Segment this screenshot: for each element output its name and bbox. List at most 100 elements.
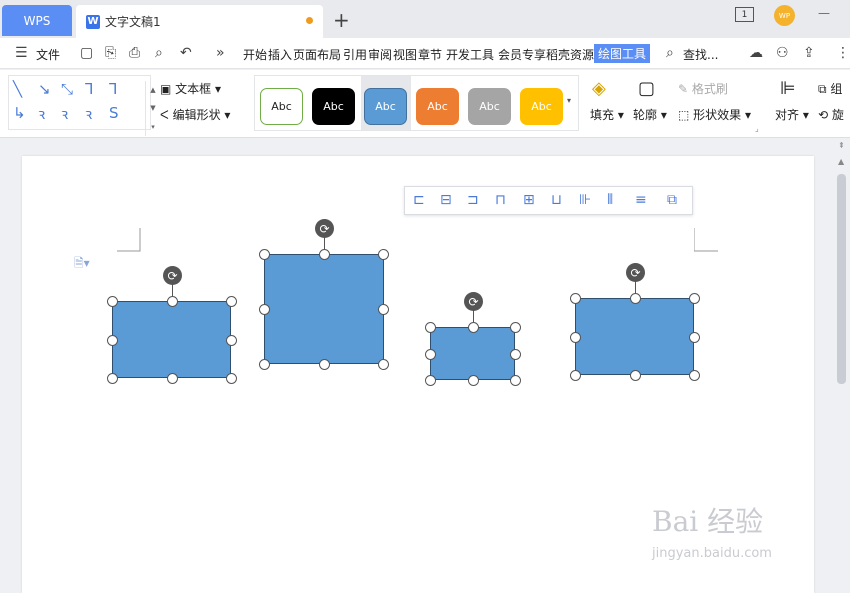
resize-handle[interactable] — [226, 296, 237, 307]
paragraph-layout-icon[interactable]: 🗎▾ — [74, 254, 90, 275]
hamburger-icon[interactable]: ☰ — [15, 45, 28, 61]
format-painter-button[interactable]: ✎ 格式刷 — [678, 80, 728, 97]
tab-wps[interactable]: WPS — [2, 5, 72, 36]
search-icon[interactable]: ⌕ — [666, 45, 674, 61]
resize-handle[interactable] — [468, 375, 479, 386]
more-menu-icon[interactable]: ⋮ — [836, 45, 850, 61]
resize-handle[interactable] — [226, 373, 237, 384]
style-swatch-gold[interactable]: Abc — [520, 88, 563, 125]
save-icon[interactable]: ▢ — [80, 45, 93, 61]
double-arrow-icon[interactable]: ⤡ — [61, 80, 73, 98]
elbow-double-icon[interactable]: ↳ — [13, 104, 26, 122]
resize-handle[interactable] — [468, 322, 479, 333]
scroll-top-icon[interactable]: ⇞ — [838, 141, 845, 150]
align-icon[interactable]: ⊫ — [780, 78, 796, 99]
s-curve-icon[interactable]: S — [109, 104, 119, 122]
rotate-handle-icon[interactable]: ⟳ — [163, 266, 182, 285]
rotate-handle-icon[interactable]: ⟳ — [315, 219, 334, 238]
screen-count-icon[interactable]: 1 — [735, 7, 754, 22]
resize-handle[interactable] — [378, 359, 389, 370]
style-swatch-orange[interactable]: Abc — [416, 88, 459, 125]
tab-drawing-tools[interactable]: 绘图工具 — [594, 44, 651, 63]
rotate-button[interactable]: ⟲ 旋 — [818, 106, 844, 123]
resize-handle[interactable] — [510, 375, 521, 386]
resize-handle[interactable] — [259, 304, 270, 315]
group-button[interactable]: ⧉ 组 — [818, 80, 842, 97]
resize-handle[interactable] — [689, 332, 700, 343]
curve-double-icon[interactable]: ꝛ — [85, 104, 92, 124]
align-middle-icon[interactable]: ⊞ — [523, 192, 535, 208]
resize-handle[interactable] — [167, 296, 178, 307]
scrollbar-thumb[interactable] — [837, 174, 846, 384]
resize-handle[interactable] — [378, 304, 389, 315]
resize-handle[interactable] — [226, 335, 237, 346]
arrow-line-icon[interactable]: ↘ — [38, 80, 51, 98]
menu-docer[interactable]: 稻壳资源 — [546, 46, 594, 63]
gallery-scroll[interactable]: ▲ ▼ ▾ — [145, 81, 160, 136]
shape-effect-button[interactable]: ⬚ 形状效果 ▾ — [678, 106, 751, 123]
minimize-button[interactable]: — — [818, 6, 830, 20]
print-preview-icon[interactable]: ⌕ — [155, 45, 163, 61]
tab-document[interactable]: W 文字文稿1 — [76, 5, 323, 38]
menu-page-layout[interactable]: 页面布局 — [293, 46, 341, 63]
elbow-connector-icon[interactable]: ⅂ — [85, 80, 93, 98]
edit-shape-button[interactable]: ᐸ 编辑形状 ▾ — [160, 106, 230, 123]
textbox-button[interactable]: ▣ 文本框 ▾ — [160, 80, 221, 97]
resize-handle[interactable] — [167, 373, 178, 384]
align-top-icon[interactable]: ⊓ — [495, 192, 506, 208]
rotate-handle-icon[interactable]: ⟳ — [464, 292, 483, 311]
style-swatch-black[interactable]: Abc — [312, 88, 355, 125]
resize-handle[interactable] — [570, 370, 581, 381]
resize-handle[interactable] — [570, 293, 581, 304]
undo-icon[interactable]: ↶ — [180, 45, 192, 61]
group-objects-icon[interactable]: ⧉ — [667, 192, 677, 208]
add-user-icon[interactable]: ⚇ — [776, 45, 789, 61]
menu-reference[interactable]: 引用 — [343, 46, 367, 63]
resize-handle[interactable] — [425, 349, 436, 360]
resize-handle[interactable] — [630, 370, 641, 381]
line-icon[interactable]: ╲ — [13, 80, 22, 98]
align-bottom-icon[interactable]: ⊔ — [551, 192, 562, 208]
resize-handle[interactable] — [378, 249, 389, 260]
search-input[interactable]: 查找... — [683, 46, 718, 63]
curve-arrow-icon[interactable]: ꝛ — [61, 104, 68, 124]
style-swatch-white[interactable]: Abc — [260, 88, 303, 125]
curve-connector-icon[interactable]: ꝛ — [38, 104, 45, 124]
elbow-arrow-icon[interactable]: ⅂ — [109, 80, 117, 98]
resize-handle[interactable] — [689, 370, 700, 381]
fill-bucket-icon[interactable]: ◈ — [592, 78, 606, 99]
print-icon[interactable]: ⎙ — [129, 45, 140, 61]
align-right-icon[interactable]: ⊐ — [467, 192, 479, 208]
resize-handle[interactable] — [259, 249, 270, 260]
resize-handle[interactable] — [319, 359, 330, 370]
resize-handle[interactable] — [630, 293, 641, 304]
distribute-vertical-icon[interactable]: ≡ — [635, 192, 647, 208]
resize-handle[interactable] — [570, 332, 581, 343]
vertical-scrollbar[interactable]: ⇞ ▲ — [834, 139, 850, 593]
distribute-horizontal-icon[interactable]: ⊪ — [579, 192, 591, 208]
menu-view[interactable]: 视图 — [393, 46, 417, 63]
share-icon[interactable]: ⇪ — [803, 45, 815, 61]
resize-handle[interactable] — [510, 349, 521, 360]
avatar[interactable]: WP — [774, 5, 795, 26]
resize-handle[interactable] — [425, 375, 436, 386]
align-left-icon[interactable]: ⊏ — [413, 192, 425, 208]
menu-dev-tools[interactable]: 开发工具 — [446, 46, 494, 63]
rectangle-shape-3[interactable] — [430, 327, 515, 380]
menu-review[interactable]: 审阅 — [368, 46, 392, 63]
resize-handle[interactable] — [107, 373, 118, 384]
align-button[interactable]: 对齐 ▾ — [775, 106, 809, 123]
resize-handle[interactable] — [689, 293, 700, 304]
resize-handle[interactable] — [259, 359, 270, 370]
menu-insert[interactable]: 插入 — [268, 46, 292, 63]
resize-handle[interactable] — [319, 249, 330, 260]
rectangle-shape-4[interactable] — [575, 298, 694, 375]
resize-handle[interactable] — [510, 322, 521, 333]
menu-start[interactable]: 开始 — [243, 46, 267, 63]
outline-icon[interactable]: ▢ — [638, 78, 655, 99]
export-pdf-icon[interactable]: ⎘ — [105, 45, 116, 61]
resize-handle[interactable] — [107, 335, 118, 346]
cloud-icon[interactable]: ☁ — [749, 45, 763, 61]
rectangle-shape-2[interactable] — [264, 254, 384, 364]
scroll-up-icon[interactable]: ▲ — [838, 157, 844, 166]
